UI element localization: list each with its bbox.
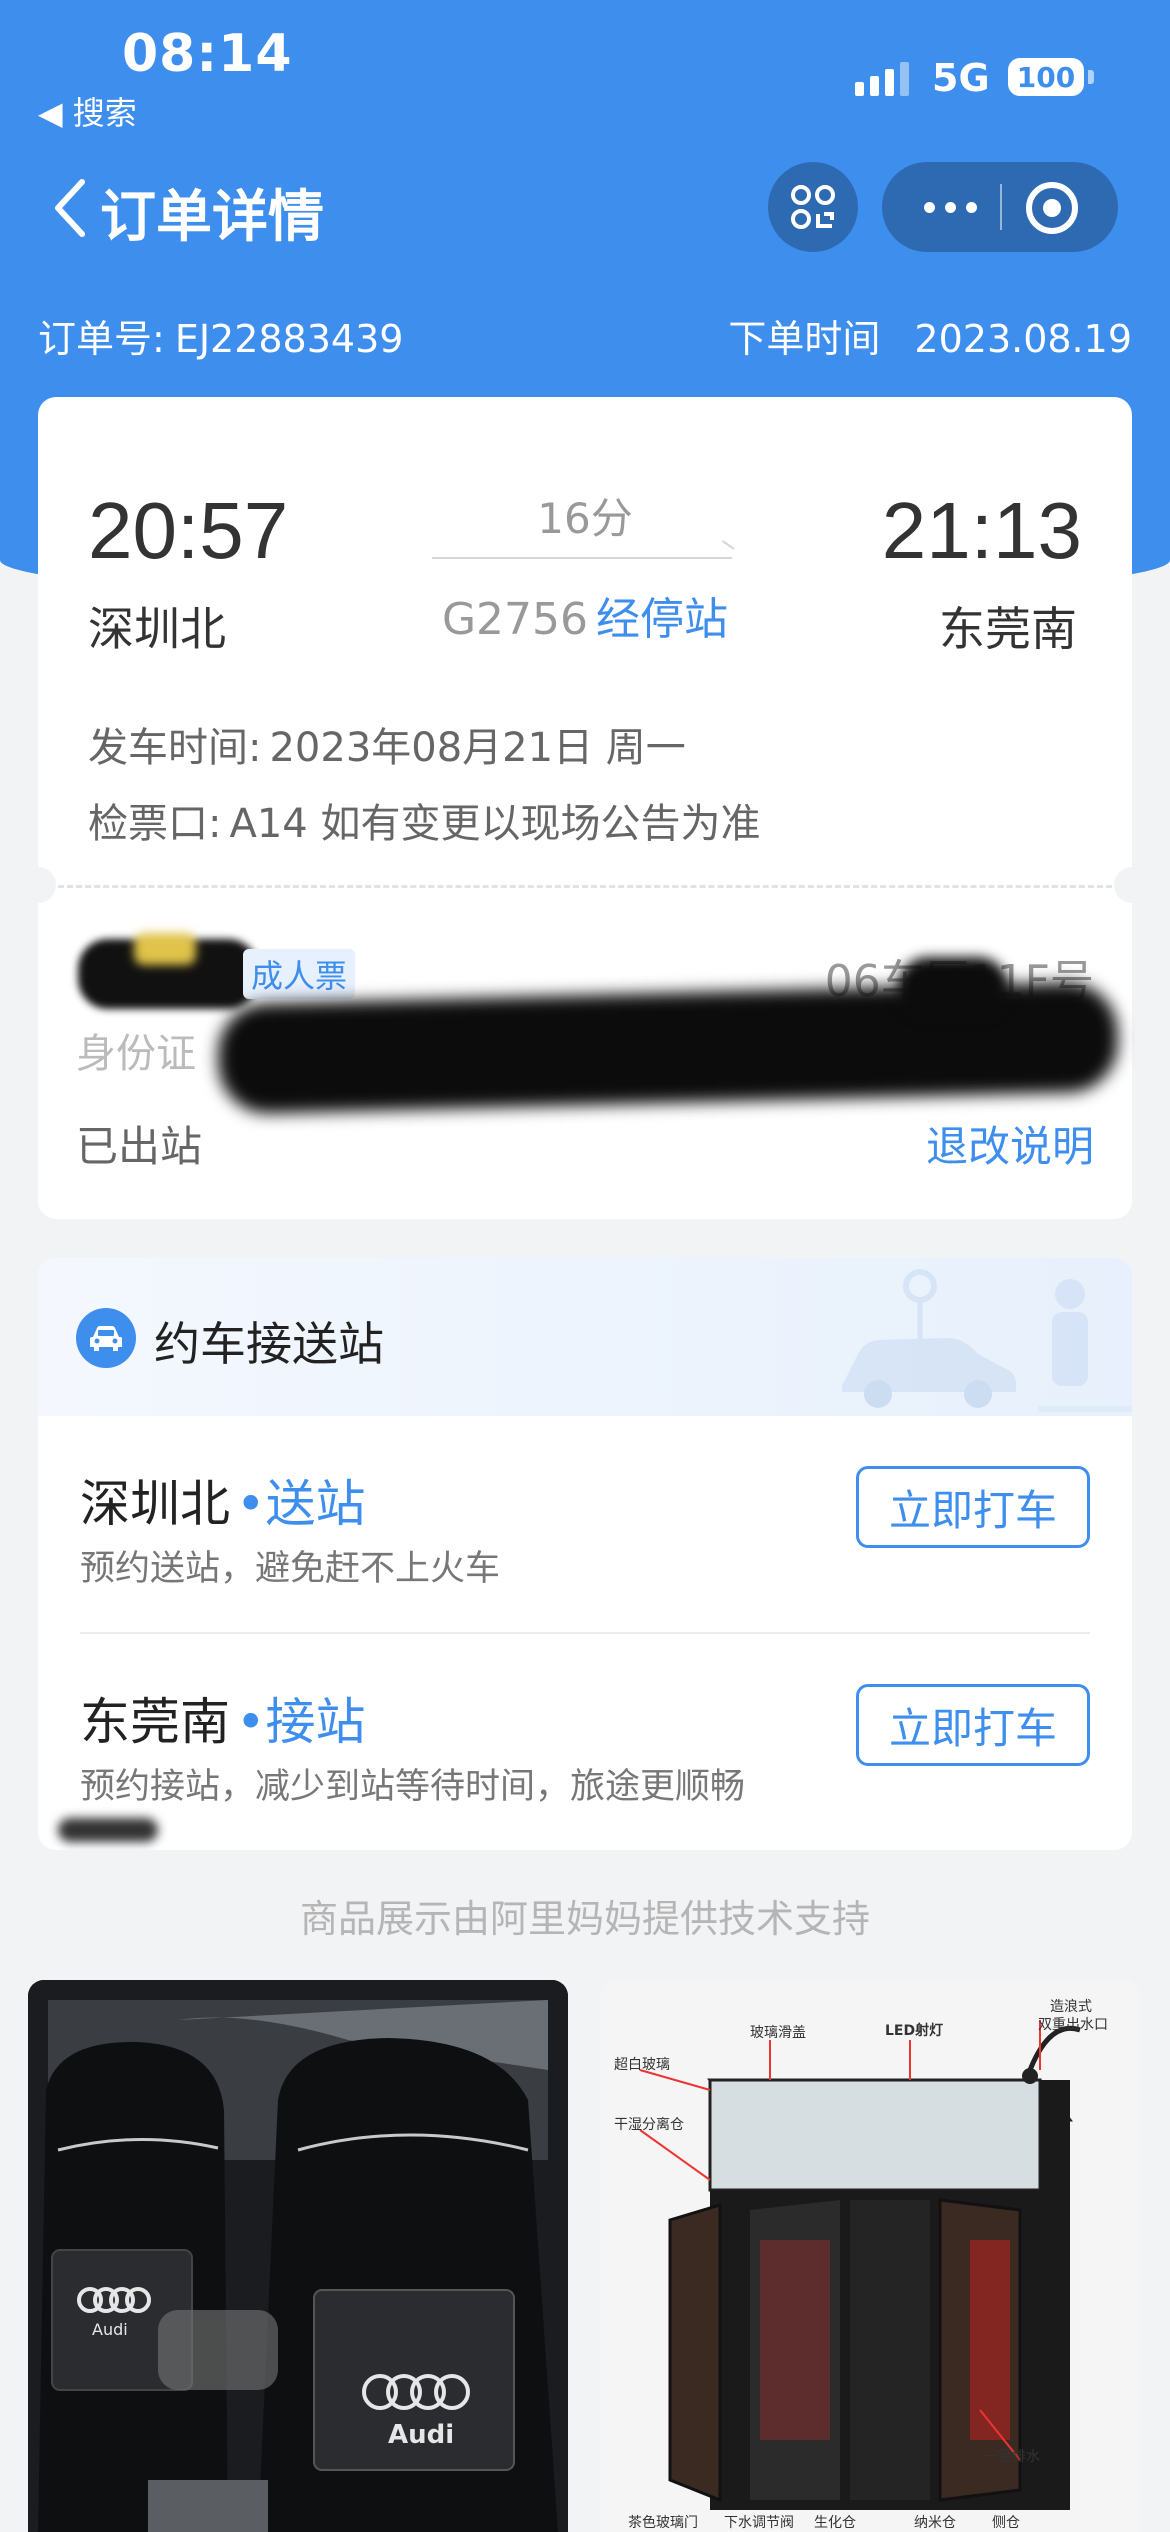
- capsule-divider: [1000, 184, 1002, 230]
- ride-divider: [80, 1632, 1090, 1634]
- more-icon[interactable]: [910, 184, 990, 230]
- passenger-name-redacted: [78, 939, 258, 1009]
- order-time-label: 下单时间: [728, 317, 881, 361]
- nav-bar: 订单详情: [0, 150, 1170, 260]
- ride-station: 东莞南 •接站: [80, 1682, 366, 1754]
- aquarium-image: [600, 1980, 1140, 2532]
- feature-label: 玻璃滑盖: [750, 2025, 806, 2041]
- hail-ride-button[interactable]: 立即打车: [856, 1684, 1090, 1766]
- order-time: 下单时间 2023.08.19: [728, 308, 1132, 363]
- feature-label: 超白玻璃: [614, 2057, 670, 2073]
- ride-header: 约车接送站: [38, 1258, 1132, 1416]
- feature-label: 下水调节阀: [724, 2515, 794, 2531]
- scan-button[interactable]: [768, 162, 858, 252]
- ride-station-name: 东莞南: [80, 1693, 230, 1751]
- car-illustration-icon: [842, 1269, 1132, 1412]
- status-back-app[interactable]: ◀ 搜索: [38, 88, 137, 134]
- ride-description: 预约送站，避免赶不上火车: [80, 1549, 501, 1589]
- back-chevron-icon[interactable]: [50, 178, 90, 238]
- ride-tag: •送站: [236, 1475, 366, 1533]
- gate-label: 检票口:: [88, 801, 222, 847]
- network-type: 5G: [932, 56, 990, 100]
- feature-label: 纳米仓: [914, 2515, 956, 2531]
- ticket-separator: [58, 885, 1112, 888]
- train-number: G2756: [441, 594, 589, 645]
- brand-text: Audi: [388, 2420, 455, 2450]
- product-card-aquarium[interactable]: 玻璃滑盖 LED射灯 造浪式 双重出水口 超白玻璃 干湿分离仓 一键排水 茶色玻…: [600, 1980, 1140, 2532]
- feature-label: 生化仓: [814, 2515, 856, 2531]
- arrival-time: 21:13: [881, 486, 1082, 575]
- feature-label: 造浪式: [1050, 1999, 1092, 2015]
- ride-description: 预约接站，减少到站等待时间，旅途更顺畅: [80, 1767, 746, 1807]
- redaction-smudge: [58, 1818, 158, 1842]
- close-capsule-icon[interactable]: [1026, 182, 1078, 234]
- order-info-row: 订单号: EJ22883439 下单时间 2023.08.19: [38, 308, 1132, 363]
- mini-program-capsule: [882, 162, 1118, 252]
- trip-arrow: [432, 557, 732, 559]
- ticket-notch-left: [20, 867, 56, 903]
- powered-by-text: 商品展示由阿里妈妈提供技术支持: [299, 1897, 870, 1941]
- refund-policy-link[interactable]: 退改说明: [926, 1113, 1094, 1174]
- feature-label: 一键排水: [984, 2449, 1040, 2465]
- ride-row-dropoff: 深圳北 •送站 预约送站，避免赶不上火车 立即打车: [80, 1464, 1090, 1664]
- id-number-redacted-2: [898, 957, 1008, 1017]
- battery-tip: [1088, 70, 1094, 84]
- feature-label: 侧仓: [992, 2515, 1020, 2531]
- car-icon: [76, 1308, 136, 1368]
- hail-ride-button[interactable]: 立即打车: [856, 1466, 1090, 1548]
- order-number-label: 订单号:: [38, 317, 165, 361]
- battery-icon: 100: [1008, 58, 1084, 96]
- ride-station-name: 深圳北: [80, 1475, 230, 1533]
- arrival-station: 东莞南: [939, 602, 1077, 656]
- ticket-card: 20:57 深圳北 16分 G2756 经停站 21:13 东莞南 发车时间: 20…: [20, 397, 1150, 1219]
- ticket-notch-right: [1114, 867, 1150, 903]
- order-number: 订单号: EJ22883439: [38, 308, 403, 363]
- signal-icon: [855, 62, 909, 96]
- ticket-status: 已出站: [76, 1122, 203, 1171]
- ride-title: 约车接送站: [154, 1317, 384, 1371]
- page-title: 订单详情: [100, 185, 324, 250]
- depart-date-label: 发车时间:: [88, 725, 262, 771]
- ticket-type-badge: 成人票: [243, 949, 356, 999]
- gate-value: A14 如有变更以现场公告为准: [229, 801, 761, 847]
- depart-date-row: 发车时间: 2023年08月21日 周一: [88, 715, 686, 773]
- depart-date-value: 2023年08月21日 周一: [269, 725, 686, 771]
- product-card-seat-cover[interactable]: Audi Audi: [28, 1980, 568, 2532]
- scan-icon: [791, 185, 835, 229]
- status-time: 08:14: [122, 24, 293, 84]
- order-number-value: EJ22883439: [174, 317, 404, 361]
- seat-cover-image: [28, 1980, 568, 2532]
- ride-hailing-card: 约车接送站 深圳北 •送站 预约送站，避免赶不上火车 立即打车 东莞南 •接站 预约…: [38, 1258, 1132, 1850]
- id-label: 身份证: [76, 1031, 196, 1077]
- feature-label: LED射灯: [885, 2023, 944, 2039]
- brand-text-small: Audi: [92, 2320, 128, 2339]
- feature-label: 茶色玻璃门: [628, 2515, 698, 2531]
- ride-row-pickup: 东莞南 •接站 预约接站，减少到站等待时间，旅途更顺畅 立即打车: [80, 1682, 1090, 1850]
- feature-label: 双重出水口: [1038, 2017, 1108, 2033]
- ride-tag: •接站: [236, 1693, 366, 1751]
- status-bar: 08:14 ◀ 搜索 5G 100: [0, 0, 1170, 140]
- stops-link[interactable]: 经停站: [596, 594, 728, 645]
- feature-label: 干湿分离仓: [614, 2117, 684, 2133]
- order-time-value: 2023.08.19: [914, 317, 1132, 361]
- ride-station: 深圳北 •送站: [80, 1464, 366, 1536]
- gate-row: 检票口: A14 如有变更以现场公告为准: [88, 791, 760, 849]
